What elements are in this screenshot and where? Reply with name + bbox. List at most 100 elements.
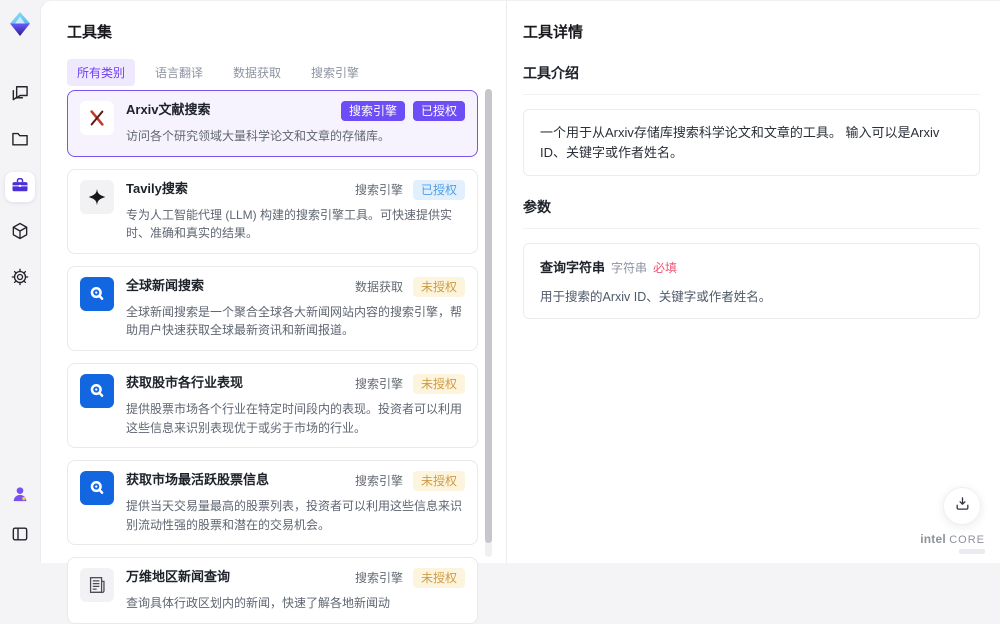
- list-scrollbar-thumb[interactable]: [485, 89, 492, 543]
- category-badge: 搜索引擎: [353, 568, 405, 588]
- tool-name: Tavily搜索: [126, 180, 188, 198]
- toolbox-icon: [10, 175, 30, 200]
- parameter-name: 查询字符串: [540, 260, 605, 275]
- list-scrollbar-track: [485, 89, 492, 557]
- stock-search-icon: [80, 471, 114, 505]
- category-tab-2[interactable]: 数据获取: [223, 59, 291, 86]
- details-title: 工具详情: [523, 21, 980, 42]
- chat-icon: [10, 83, 30, 108]
- tool-card-header: 获取市场最活跃股票信息 搜索引擎未授权: [126, 471, 465, 491]
- avatar-icon: [10, 484, 30, 509]
- tool-description: 查询具体行政区划内的新闻，快速了解各地新闻动: [126, 594, 465, 613]
- sidebar-item-collapse[interactable]: [5, 521, 35, 551]
- tool-tags: 数据获取未授权: [353, 277, 465, 297]
- auth-badge: 未授权: [413, 471, 465, 491]
- auth-badge: 未授权: [413, 374, 465, 394]
- parameter-required-badge: 必填: [653, 261, 677, 275]
- tool-description: 提供当天交易量最高的股票列表，投资者可以利用这些信息来识别流动性强的股票和潜在的…: [126, 497, 465, 534]
- tool-card-header: 全球新闻搜索 数据获取未授权: [126, 277, 465, 297]
- page-title: 工具集: [41, 1, 506, 42]
- parameter-description: 用于搜索的Arxiv ID、关键字或作者姓名。: [540, 286, 963, 305]
- params-heading: 参数: [523, 197, 980, 229]
- intel-core-logo: intel CORE: [920, 533, 985, 554]
- sidebar-item-settings[interactable]: [5, 264, 35, 294]
- tool-card-body: 获取股市各行业表现 搜索引擎未授权提供股票市场各个行业在特定时间段内的表现。投资者…: [126, 374, 465, 437]
- category-badge: 数据获取: [353, 277, 405, 297]
- tool-card-header: 万维地区新闻查询 搜索引擎未授权: [126, 568, 465, 588]
- intro-heading: 工具介绍: [523, 63, 980, 95]
- tool-tags: 搜索引擎已授权: [341, 101, 465, 121]
- tool-name: 万维地区新闻查询: [126, 568, 230, 586]
- tool-list-panel: 工具集 所有类别语言翻译数据获取搜索引擎 Arxiv文献搜索搜索引擎已授权访问各…: [41, 1, 507, 563]
- tool-name: 获取市场最活跃股票信息: [126, 471, 269, 489]
- tool-card[interactable]: Tavily搜索 搜索引擎已授权专为人工智能代理 (LLM) 构建的搜索引擎工具。…: [67, 169, 478, 254]
- tool-cards: Arxiv文献搜索搜索引擎已授权访问各个研究领域大量科学论文和文章的存储库。Ta…: [67, 90, 478, 624]
- tool-card-header: Arxiv文献搜索 搜索引擎已授权: [126, 101, 465, 121]
- panel-toggle-icon: [10, 524, 30, 549]
- tool-card[interactable]: 全球新闻搜索 数据获取未授权全球新闻搜索是一个聚合全球各大新闻网站内容的搜索引擎，…: [67, 266, 478, 351]
- tool-card-body: Tavily搜索 搜索引擎已授权专为人工智能代理 (LLM) 构建的搜索引擎工具。…: [126, 180, 465, 243]
- tool-card[interactable]: 获取股市各行业表现 搜索引擎未授权提供股票市场各个行业在特定时间段内的表现。投资者…: [67, 363, 478, 448]
- category-badge: 搜索引擎: [341, 101, 405, 121]
- tool-tags: 搜索引擎未授权: [353, 374, 465, 394]
- parameter-header: 查询字符串字符串必填: [540, 257, 963, 277]
- sidebar-item-tools[interactable]: [5, 172, 35, 202]
- tool-card[interactable]: Arxiv文献搜索 搜索引擎已授权访问各个研究领域大量科学论文和文章的存储库。: [67, 90, 478, 157]
- sidebar-item-chat[interactable]: [5, 80, 35, 110]
- category-tab-1[interactable]: 语言翻译: [145, 59, 213, 86]
- arxiv-icon: [80, 101, 114, 135]
- auth-badge: 已授权: [413, 180, 465, 200]
- tool-description: 全球新闻搜索是一个聚合全球各大新闻网站内容的搜索引擎，帮助用户快速获取全球最新资…: [126, 303, 465, 340]
- gear-icon: [10, 267, 30, 292]
- brand-core: CORE: [949, 534, 985, 546]
- auth-badge: 未授权: [413, 277, 465, 297]
- category-tab-3[interactable]: 搜索引擎: [301, 59, 369, 86]
- params-box: 查询字符串字符串必填用于搜索的Arxiv ID、关键字或作者姓名。: [523, 243, 980, 319]
- download-button[interactable]: [943, 487, 981, 525]
- intro-text: 一个用于从Arxiv存储库搜索科学论文和文章的工具。 输入可以是Arxiv ID…: [540, 123, 963, 162]
- intro-box: 一个用于从Arxiv存储库搜索科学论文和文章的工具。 输入可以是Arxiv ID…: [523, 109, 980, 176]
- tool-name: 获取股市各行业表现: [126, 374, 243, 392]
- sidebar-item-models[interactable]: [5, 218, 35, 248]
- sparkle-icon: [80, 180, 114, 214]
- category-tabs: 所有类别语言翻译数据获取搜索引擎: [67, 59, 506, 86]
- download-icon: [954, 495, 971, 517]
- stock-search-icon: [80, 374, 114, 408]
- tool-name: 全球新闻搜索: [126, 277, 204, 295]
- news-search-icon: [80, 277, 114, 311]
- tool-card[interactable]: 万维地区新闻查询 搜索引擎未授权查询具体行政区划内的新闻，快速了解各地新闻动: [67, 557, 478, 624]
- category-badge: 搜索引擎: [353, 374, 405, 394]
- parameter-item: 查询字符串字符串必填用于搜索的Arxiv ID、关键字或作者姓名。: [540, 257, 963, 305]
- sidebar-item-files[interactable]: [5, 126, 35, 156]
- left-sidebar: [0, 0, 40, 563]
- auth-badge: 未授权: [413, 568, 465, 588]
- tool-tags: 搜索引擎已授权: [353, 180, 465, 200]
- tool-tags: 搜索引擎未授权: [353, 568, 465, 588]
- tool-card-header: 获取股市各行业表现 搜索引擎未授权: [126, 374, 465, 394]
- category-badge: 搜索引擎: [353, 471, 405, 491]
- main-content: 工具集 所有类别语言翻译数据获取搜索引擎 Arxiv文献搜索搜索引擎已授权访问各…: [40, 0, 1000, 563]
- parameter-type: 字符串: [611, 261, 647, 275]
- cube-icon: [10, 221, 30, 246]
- tool-card[interactable]: 获取市场最活跃股票信息 搜索引擎未授权提供当天交易量最高的股票列表，投资者可以利用…: [67, 460, 478, 545]
- tool-tags: 搜索引擎未授权: [353, 471, 465, 491]
- category-badge: 搜索引擎: [353, 180, 405, 200]
- newspaper-icon: [80, 568, 114, 602]
- tool-details-panel: 工具详情 工具介绍 一个用于从Arxiv存储库搜索科学论文和文章的工具。 输入可…: [507, 1, 1000, 563]
- tool-card-body: 获取市场最活跃股票信息 搜索引擎未授权提供当天交易量最高的股票列表，投资者可以利用…: [126, 471, 465, 534]
- tool-card-body: 全球新闻搜索 数据获取未授权全球新闻搜索是一个聚合全球各大新闻网站内容的搜索引擎，…: [126, 277, 465, 340]
- tool-card-body: 万维地区新闻查询 搜索引擎未授权查询具体行政区划内的新闻，快速了解各地新闻动: [126, 568, 465, 613]
- folder-icon: [10, 129, 30, 154]
- tool-card-header: Tavily搜索 搜索引擎已授权: [126, 180, 465, 200]
- tool-description: 访问各个研究领域大量科学论文和文章的存储库。: [126, 127, 465, 146]
- brand-intel: intel: [920, 532, 946, 546]
- gem-logo-icon: [6, 10, 34, 38]
- tool-description: 提供股票市场各个行业在特定时间段内的表现。投资者可以利用这些信息来识别表现优于或…: [126, 400, 465, 437]
- sidebar-item-profile[interactable]: [5, 481, 35, 511]
- auth-badge: 已授权: [413, 101, 465, 121]
- tool-name: Arxiv文献搜索: [126, 101, 211, 119]
- brand-subline: [959, 549, 985, 554]
- category-tab-0[interactable]: 所有类别: [67, 59, 135, 86]
- tool-card-body: Arxiv文献搜索 搜索引擎已授权访问各个研究领域大量科学论文和文章的存储库。: [126, 101, 465, 146]
- tool-description: 专为人工智能代理 (LLM) 构建的搜索引擎工具。可快速提供实时、准确和真实的结…: [126, 206, 465, 243]
